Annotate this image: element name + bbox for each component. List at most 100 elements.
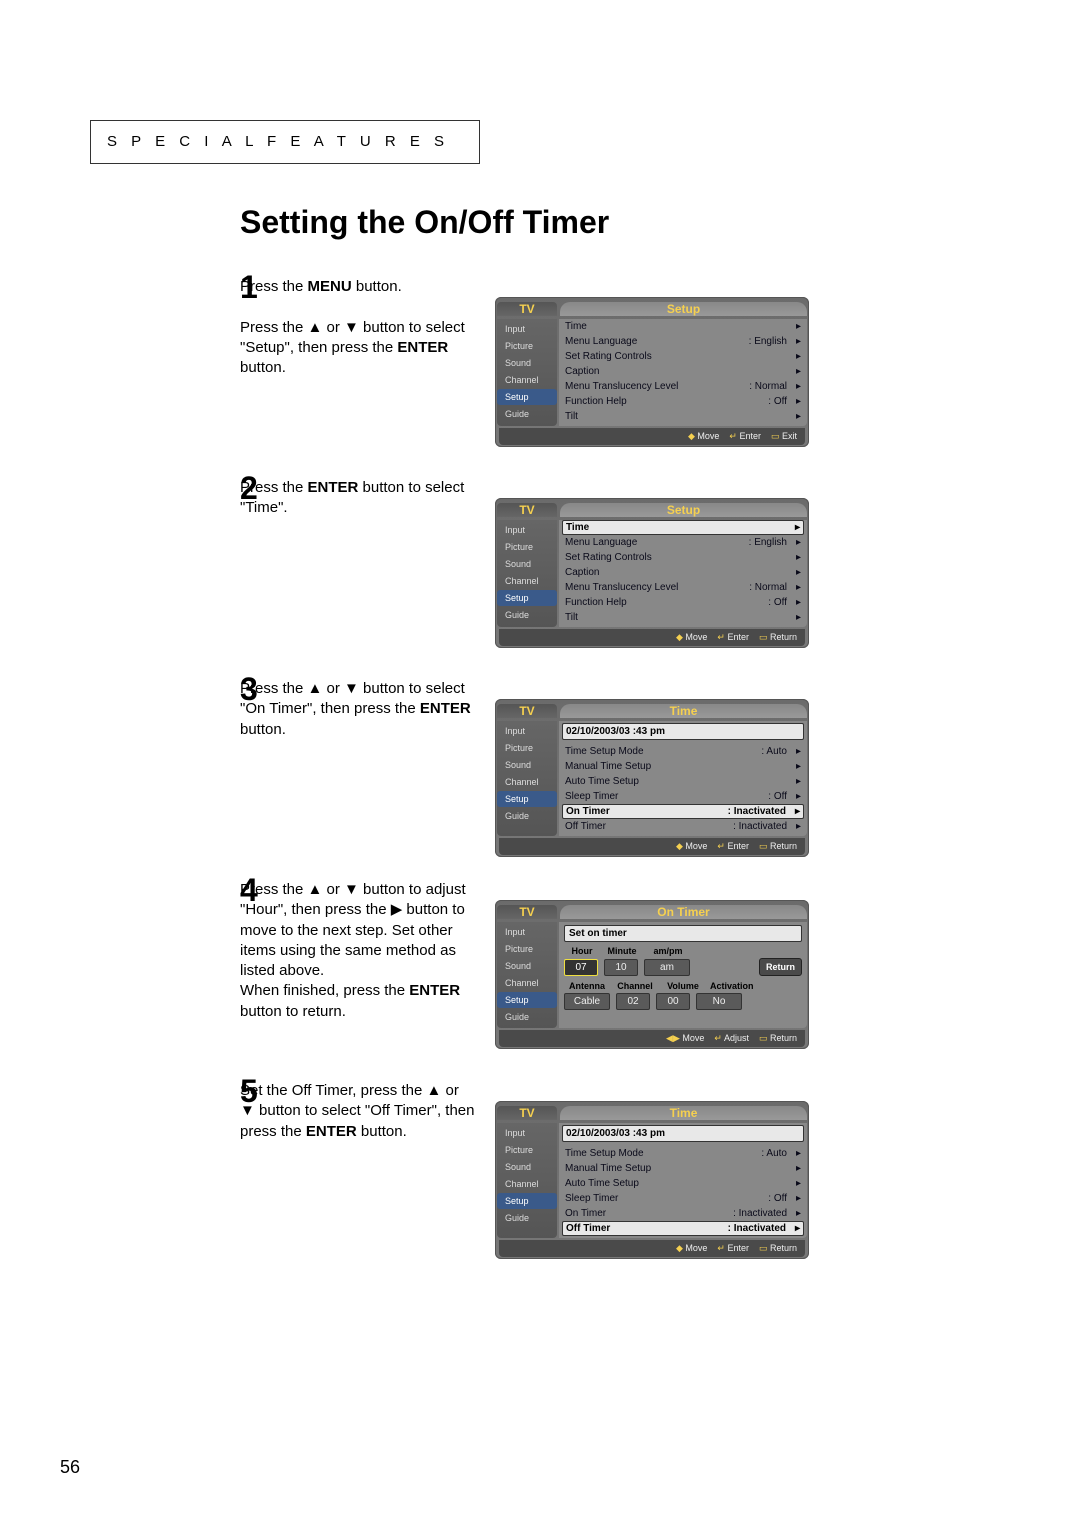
osd-header: TVTime — [497, 701, 807, 721]
sidebar-item-input[interactable]: Input — [497, 522, 557, 538]
sidebar-item-picture[interactable]: Picture — [497, 740, 557, 756]
menu-row[interactable]: Set Rating Controls▸ — [559, 550, 807, 565]
ontimer-field[interactable]: 02 — [616, 993, 650, 1010]
sidebar-item-guide[interactable]: Guide — [497, 1210, 557, 1226]
menu-row[interactable]: Time Setup Mode: Auto▸ — [559, 744, 807, 759]
chevron-right-icon: ▸ — [791, 552, 801, 563]
sidebar-item-channel[interactable]: Channel — [497, 372, 557, 388]
sidebar-item-channel[interactable]: Channel — [497, 1176, 557, 1192]
menu-row[interactable]: Time▸ — [562, 520, 804, 535]
chevron-right-icon: ▸ — [791, 1208, 801, 1219]
chevron-right-icon: ▸ — [791, 761, 801, 772]
osd-datetime: 02/10/2003/03 :43 pm — [562, 1125, 804, 1142]
sidebar-item-channel[interactable]: Channel — [497, 975, 557, 991]
chevron-right-icon: ▸ — [791, 381, 801, 392]
footer-hint: ↵ Enter — [717, 1243, 749, 1254]
menu-row-label: Menu Language — [565, 336, 745, 347]
tv-osd: TVSetupInputPictureSoundChannelSetupGuid… — [495, 498, 809, 648]
ontimer-field[interactable]: 07 — [564, 959, 598, 976]
osd-datetime: 02/10/2003/03 :43 pm — [562, 723, 804, 740]
sidebar-item-setup[interactable]: Setup — [497, 1193, 557, 1209]
osd-tv-label: TV — [497, 302, 557, 316]
col-label: Volume — [662, 981, 704, 991]
step-number: 5 — [240, 1073, 258, 1110]
menu-row[interactable]: Caption▸ — [559, 565, 807, 580]
osd-title: Time — [560, 1106, 807, 1120]
step-instruction: Press the ▲ or ▼ button to select "On Ti… — [240, 679, 475, 740]
return-button[interactable]: Return — [759, 958, 802, 976]
menu-row[interactable]: Function Help: Off▸ — [559, 394, 807, 409]
sidebar-item-guide[interactable]: Guide — [497, 808, 557, 824]
menu-row[interactable]: Off Timer: Inactivated▸ — [562, 1221, 804, 1236]
sidebar-item-guide[interactable]: Guide — [497, 607, 557, 623]
menu-row-label: Time — [565, 321, 783, 332]
col-label: Antenna — [566, 981, 608, 991]
osd-sidebar: InputPictureSoundChannelSetupGuide — [497, 319, 557, 426]
chevron-right-icon: ▸ — [791, 567, 801, 578]
menu-row[interactable]: Menu Translucency Level: Normal▸ — [559, 379, 807, 394]
menu-row[interactable]: Sleep Timer: Off▸ — [559, 789, 807, 804]
tv-osd: TV SetupInputPictureSoundChannelSetupGuid… — [495, 297, 809, 447]
menu-row[interactable]: Auto Time Setup▸ — [559, 774, 807, 789]
menu-row[interactable]: Caption▸ — [559, 364, 807, 379]
sidebar-item-sound[interactable]: Sound — [497, 757, 557, 773]
menu-row-value: : English — [745, 537, 791, 548]
menu-row[interactable]: On Timer: Inactivated▸ — [562, 804, 804, 819]
ontimer-field[interactable]: No — [696, 993, 742, 1010]
sidebar-item-sound[interactable]: Sound — [497, 355, 557, 371]
menu-row[interactable]: Menu Language: English▸ — [559, 535, 807, 550]
sidebar-item-input[interactable]: Input — [497, 723, 557, 739]
chevron-right-icon: ▸ — [791, 612, 801, 623]
menu-row-label: On Timer — [566, 806, 724, 817]
sidebar-item-input[interactable]: Input — [497, 321, 557, 337]
menu-row[interactable]: Tilt▸ — [559, 409, 807, 424]
menu-row[interactable]: Function Help: Off▸ — [559, 595, 807, 610]
sidebar-item-input[interactable]: Input — [497, 1125, 557, 1141]
ontimer-field[interactable]: am — [644, 959, 690, 976]
sidebar-item-guide[interactable]: Guide — [497, 1009, 557, 1025]
menu-row[interactable]: Menu Language: English▸ — [559, 334, 807, 349]
section-header-text: S P E C I A L F E A T U R E S — [107, 133, 449, 150]
menu-row[interactable]: Tilt▸ — [559, 610, 807, 625]
page-number: 56 — [60, 1457, 80, 1478]
menu-row[interactable]: Set Rating Controls▸ — [559, 349, 807, 364]
menu-row[interactable]: Menu Translucency Level: Normal▸ — [559, 580, 807, 595]
menu-row-value: : Inactivated — [724, 806, 790, 817]
menu-row[interactable]: Manual Time Setup▸ — [559, 1161, 807, 1176]
menu-row[interactable]: Off Timer: Inactivated▸ — [559, 819, 807, 834]
osd-sidebar: InputPictureSoundChannelSetupGuide — [497, 922, 557, 1028]
menu-row[interactable]: Time▸ — [559, 319, 807, 334]
menu-row[interactable]: Sleep Timer: Off▸ — [559, 1191, 807, 1206]
menu-row[interactable]: Time Setup Mode: Auto▸ — [559, 1146, 807, 1161]
sidebar-item-setup[interactable]: Setup — [497, 389, 557, 405]
footer-hint: ◆ Move — [676, 632, 707, 643]
menu-row-value: : English — [745, 336, 791, 347]
sidebar-item-channel[interactable]: Channel — [497, 774, 557, 790]
sidebar-item-picture[interactable]: Picture — [497, 539, 557, 555]
ontimer-title: Set on timer — [564, 925, 802, 942]
menu-row[interactable]: Auto Time Setup▸ — [559, 1176, 807, 1191]
menu-row-label: On Timer — [565, 1208, 729, 1219]
sidebar-item-picture[interactable]: Picture — [497, 338, 557, 354]
step-4: 4Press the ▲ or ▼ button to adjust "Hour… — [90, 880, 990, 1045]
sidebar-item-channel[interactable]: Channel — [497, 573, 557, 589]
osd-footer: ◆ Move↵ Enter▭ Exit — [499, 428, 805, 445]
ontimer-field[interactable]: 10 — [604, 959, 638, 976]
sidebar-item-guide[interactable]: Guide — [497, 406, 557, 422]
ontimer-field[interactable]: Cable — [564, 993, 610, 1010]
sidebar-item-picture[interactable]: Picture — [497, 941, 557, 957]
menu-row[interactable]: Manual Time Setup▸ — [559, 759, 807, 774]
col-label: Minute — [604, 946, 640, 956]
sidebar-item-setup[interactable]: Setup — [497, 590, 557, 606]
osd-footer: ◆ Move↵ Enter▭ Return — [499, 1240, 805, 1257]
chevron-right-icon: ▸ — [791, 1193, 801, 1204]
sidebar-item-sound[interactable]: Sound — [497, 958, 557, 974]
sidebar-item-input[interactable]: Input — [497, 924, 557, 940]
sidebar-item-sound[interactable]: Sound — [497, 1159, 557, 1175]
ontimer-field[interactable]: 00 — [656, 993, 690, 1010]
sidebar-item-sound[interactable]: Sound — [497, 556, 557, 572]
sidebar-item-picture[interactable]: Picture — [497, 1142, 557, 1158]
sidebar-item-setup[interactable]: Setup — [497, 992, 557, 1008]
sidebar-item-setup[interactable]: Setup — [497, 791, 557, 807]
menu-row[interactable]: On Timer: Inactivated▸ — [559, 1206, 807, 1221]
